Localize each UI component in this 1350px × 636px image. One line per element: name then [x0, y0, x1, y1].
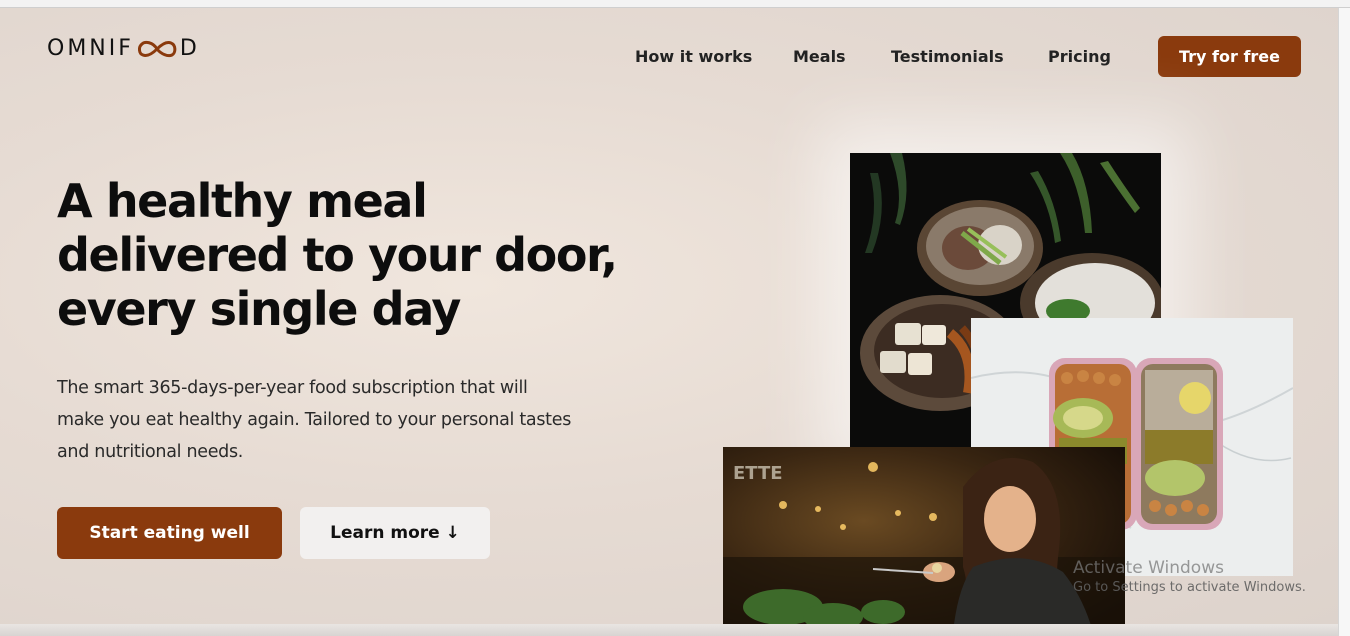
learn-more-button[interactable]: Learn more ↓ [300, 507, 490, 559]
hero-description-line: make you eat healthy again. Tailored to … [57, 410, 572, 430]
page-bottom-edge [0, 624, 1338, 636]
nav-link-how-it-works[interactable]: How it works [635, 47, 752, 66]
hero-section: OMNIF D How it works Meals Testimonials … [0, 8, 1338, 624]
browser-scrollbar[interactable] [1338, 8, 1350, 636]
hero-description: The smart 365-days-per-year food subscri… [57, 372, 627, 468]
woman-eating-photo: ETTE [723, 447, 1125, 624]
hero-title-line: delivered to your door, [57, 228, 618, 282]
nav-link-pricing[interactable]: Pricing [1048, 47, 1111, 66]
browser-top-strip [0, 0, 1350, 8]
watermark-line-1: Activate Windows [1073, 558, 1224, 578]
nav-link-testimonials[interactable]: Testimonials [891, 47, 1004, 66]
hero-description-line: and nutritional needs. [57, 442, 244, 462]
try-for-free-button[interactable]: Try for free [1158, 36, 1301, 77]
watermark-line-2: Go to Settings to activate Windows. [1073, 580, 1306, 595]
hero-title-line: A healthy meal [57, 174, 428, 228]
restaurant-sign-text: ETTE [733, 463, 783, 484]
hero-description-line: The smart 365-days-per-year food subscri… [57, 378, 528, 398]
windows-activation-watermark: Activate Windows Go to Settings to activ… [1073, 558, 1306, 595]
start-eating-well-button[interactable]: Start eating well [57, 507, 282, 559]
hero-title-line: every single day [57, 282, 461, 336]
nav-link-meals[interactable]: Meals [793, 47, 846, 66]
main-navigation: How it works Meals Testimonials Pricing … [0, 36, 1338, 77]
hero-title: A healthy meal delivered to your door, e… [57, 174, 677, 336]
